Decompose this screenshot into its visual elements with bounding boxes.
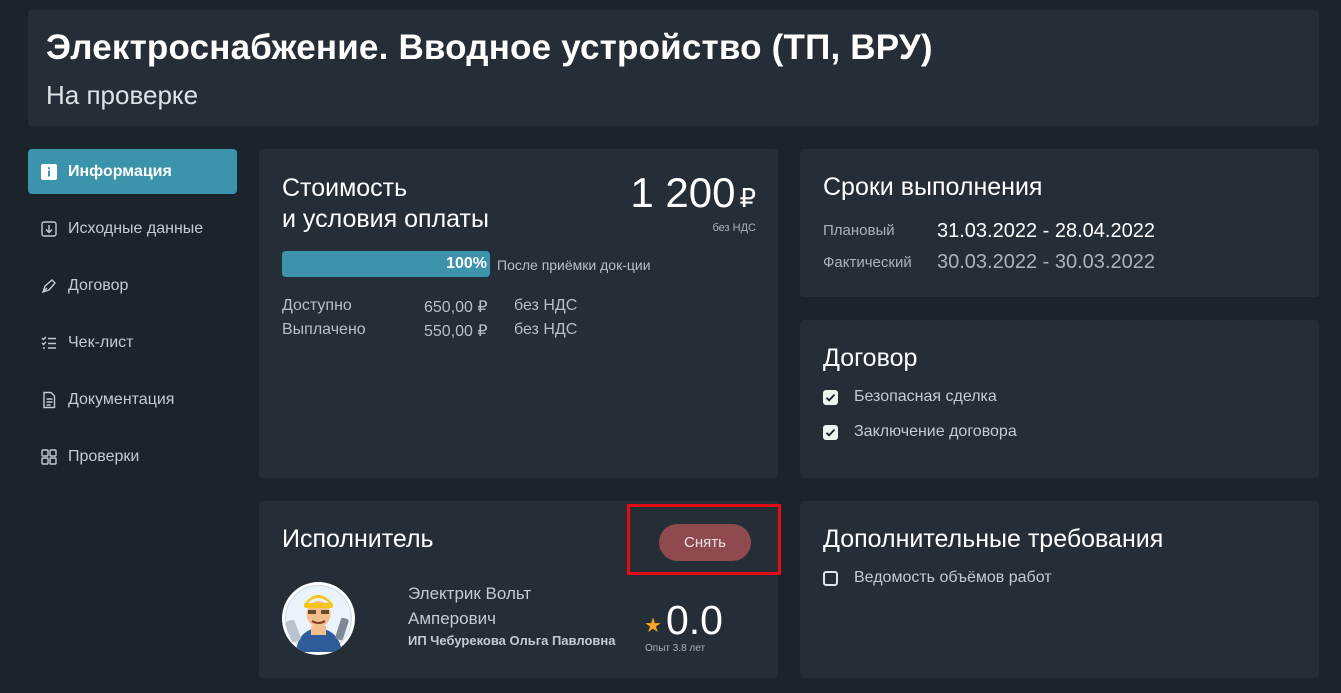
highlight-box: [627, 504, 781, 575]
actual-value: 30.03.2022 - 30.03.2022: [937, 251, 1155, 273]
payment-vat: без НДС: [514, 321, 578, 338]
star-icon: ★: [644, 615, 662, 637]
contract-conclusion-label: Заключение договора: [854, 423, 1017, 440]
rating-value: 0.0: [665, 597, 723, 643]
check-icon: [825, 393, 836, 402]
document-icon: [40, 391, 58, 409]
electrician-avatar-icon: [282, 582, 355, 655]
sidebar: Информация Исходные данные Договор Чек-л…: [28, 149, 237, 491]
planned-value: 31.03.2022 - 28.04.2022: [937, 220, 1155, 242]
executor-title: Исполнитель: [282, 525, 434, 553]
download-icon: [40, 220, 58, 238]
payment-amount: 650,00 ₽: [424, 299, 488, 316]
sidebar-item-documentation[interactable]: Документация: [28, 377, 237, 422]
sidebar-item-label: Информация: [68, 162, 172, 180]
extra-requirements-card: Дополнительные требования Ведомость объё…: [800, 501, 1319, 678]
sidebar-item-label: Чек-лист: [68, 333, 134, 351]
sidebar-item-label: Документация: [68, 390, 175, 408]
payment-amount: 550,00 ₽: [424, 323, 488, 340]
progress-note: После приёмки док-ции: [497, 257, 651, 273]
price: 1 200 ₽: [630, 169, 756, 217]
page-header: Электроснабжение. Вводное устройство (ТП…: [28, 10, 1319, 126]
contract-title: Договор: [823, 344, 918, 372]
contract-conclusion-checkbox[interactable]: [823, 425, 838, 440]
avatar: [282, 582, 355, 655]
payment-label: Выплачено: [282, 321, 366, 338]
progress-label: 100%: [446, 255, 487, 272]
price-vat-note: без НДС: [712, 222, 757, 234]
cost-title: Стоимость и условия оплаты: [282, 173, 582, 235]
sidebar-item-checks[interactable]: Проверки: [28, 434, 237, 479]
executor-experience: Опыт 3.8 лет: [645, 643, 706, 654]
price-currency: ₽: [739, 183, 756, 213]
pen-icon: [40, 277, 58, 295]
sidebar-item-contract[interactable]: Договор: [28, 263, 237, 308]
sidebar-item-label: Исходные данные: [68, 219, 204, 237]
sidebar-item-label: Проверки: [68, 447, 140, 465]
payment-vat: без НДС: [514, 297, 578, 314]
grid-icon: [40, 448, 58, 466]
deadlines-card: Сроки выполнения Плановый 31.03.2022 - 2…: [800, 149, 1319, 297]
safe-deal-label: Безопасная сделка: [854, 388, 997, 405]
extra-requirements-title: Дополнительные требования: [823, 525, 1164, 553]
executor-name: Электрик Вольт Амперович: [408, 584, 532, 628]
sidebar-item-info[interactable]: Информация: [28, 149, 237, 194]
actual-label: Фактический: [823, 254, 912, 271]
cost-title-line1: Стоимость: [282, 174, 408, 202]
scope-statement-checkbox[interactable]: [823, 571, 838, 586]
sidebar-item-checklist[interactable]: Чек-лист: [28, 320, 237, 365]
payment-progress-bar: 100%: [282, 251, 490, 277]
safe-deal-checkbox[interactable]: [823, 390, 838, 405]
planned-label: Плановый: [823, 222, 895, 239]
scope-statement-label: Ведомость объёмов работ: [854, 569, 1052, 586]
payment-label: Доступно: [282, 297, 352, 314]
executor-rating: ★ 0.0: [644, 597, 723, 644]
contract-card: Договор Безопасная сделка Заключение дог…: [800, 320, 1319, 478]
status-text: На проверке: [46, 80, 199, 110]
checklist-icon: [40, 334, 58, 352]
check-icon: [825, 428, 836, 437]
sidebar-item-source-data[interactable]: Исходные данные: [28, 206, 237, 251]
price-value: 1 200: [630, 169, 736, 216]
cost-card: Стоимость и условия оплаты 1 200 ₽ без НД…: [259, 149, 778, 478]
sidebar-item-label: Договор: [68, 276, 129, 294]
cost-title-line2: и условия оплаты: [282, 205, 489, 233]
deadlines-title: Сроки выполнения: [823, 173, 1043, 201]
info-icon: [40, 163, 58, 181]
page-title: Электроснабжение. Вводное устройство (ТП…: [46, 28, 933, 67]
executor-org: ИП Чебурекова Ольга Павловна: [408, 633, 616, 648]
